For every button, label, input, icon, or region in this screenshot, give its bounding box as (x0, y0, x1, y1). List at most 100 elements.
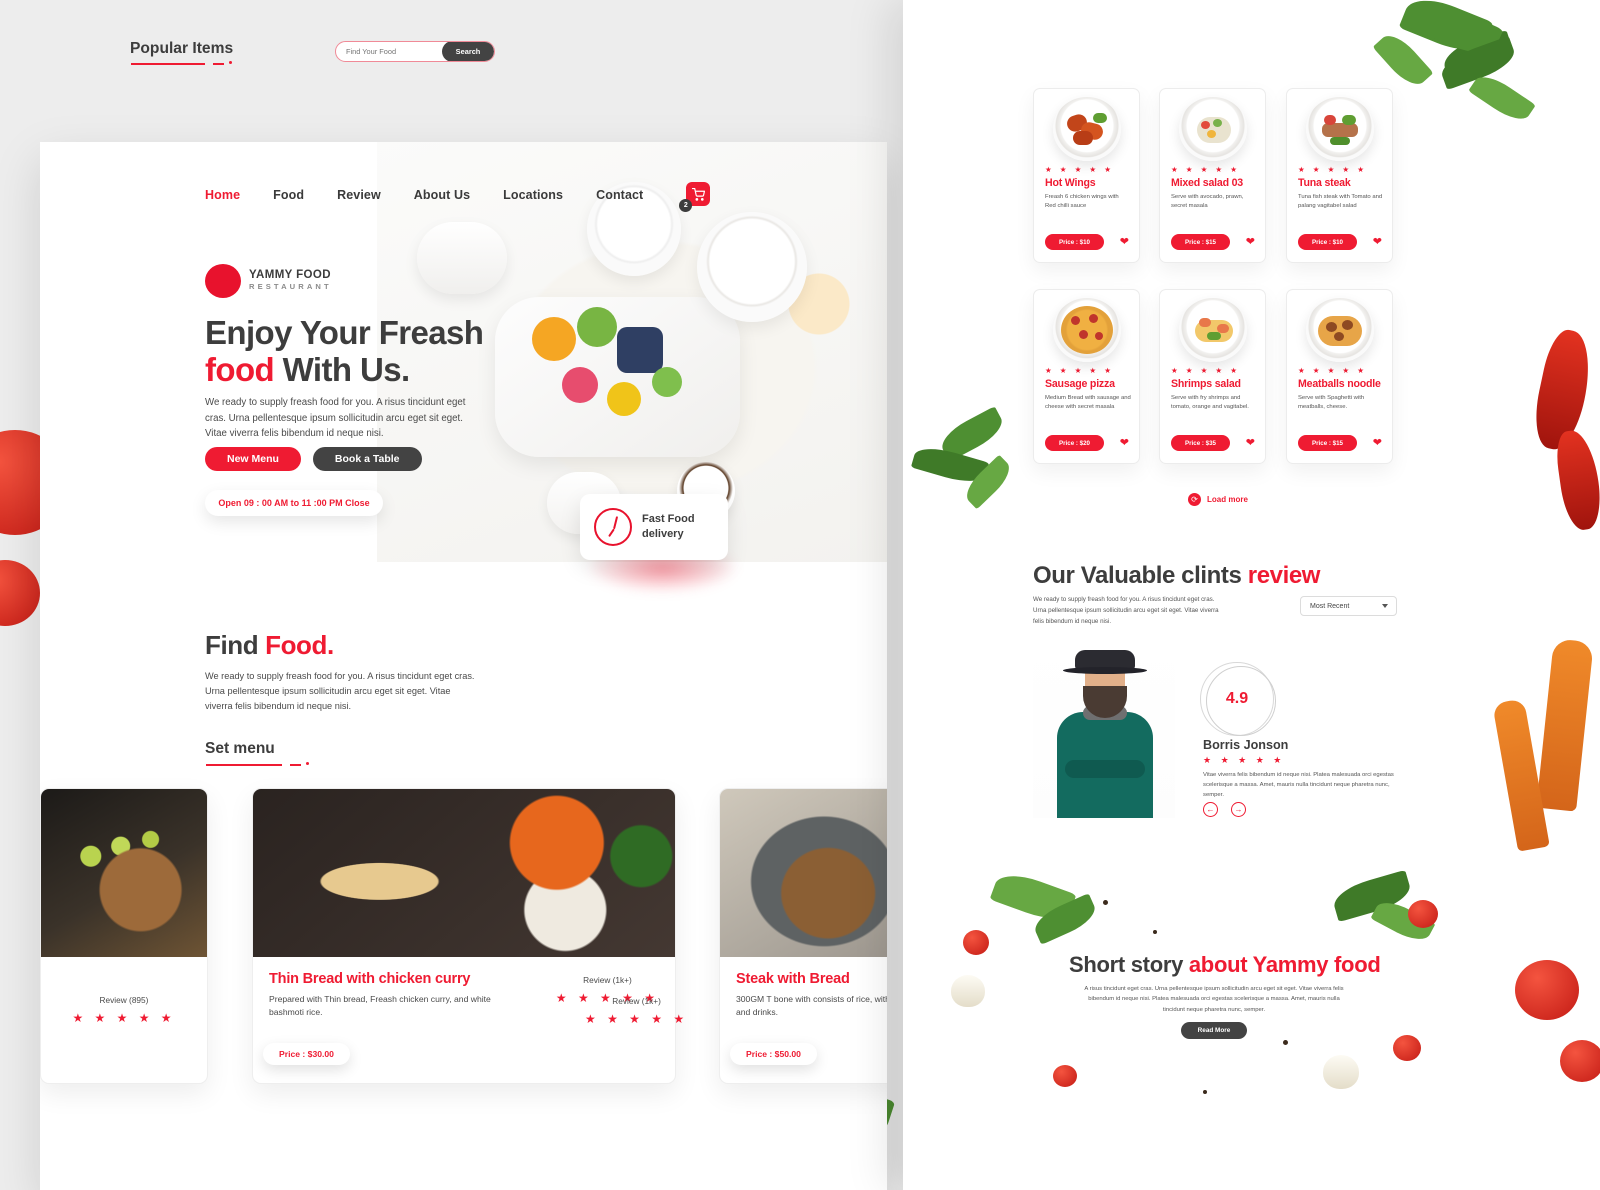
fast-food-title: Fast Food (642, 513, 695, 526)
popular-item-stars: ★ ★ ★ ★ ★ (1045, 165, 1114, 174)
opening-hours-badge: Open 09 : 00 AM to 11 :00 PM Close (205, 490, 383, 516)
decor-tomato (0, 560, 40, 626)
menu-card[interactable]: Thin Bread with chicken curry Prepared w… (252, 788, 676, 1084)
popular-item-card[interactable]: ★ ★ ★ ★ ★ Mixed salad 03 Serve with avoc… (1159, 88, 1266, 263)
search-button[interactable]: Search (442, 42, 494, 61)
dish-plate (1052, 298, 1121, 362)
popular-item-desc: Medium Bread with sausage and cheese wit… (1045, 395, 1131, 411)
menu-card-title: Steak with Bread (736, 971, 850, 987)
menu-card-desc: 300GM T bone with consists of rice, with… (736, 994, 887, 1017)
decor-tomato (1515, 960, 1579, 1020)
reviews-sort-select[interactable]: Most Recent (1300, 596, 1397, 616)
decor-tomato (963, 930, 989, 955)
popular-item-title: Meatballs noodle (1298, 378, 1381, 390)
heart-icon[interactable]: ❤ (1246, 236, 1255, 248)
heart-icon[interactable]: ❤ (1373, 437, 1382, 449)
nav-item-about-us[interactable]: About Us (414, 188, 470, 202)
decor-blueberries (617, 327, 663, 373)
search-input[interactable] (336, 42, 442, 61)
popular-item-title: Sausage pizza (1045, 378, 1115, 390)
popular-item-image (1287, 89, 1392, 161)
fast-food-delivery-badge: Fast Food delivery (580, 494, 728, 560)
read-more-button[interactable]: Read More (1181, 1022, 1247, 1039)
menu-card-photo (253, 789, 675, 957)
popular-item-card[interactable]: ★ ★ ★ ★ ★ Sausage pizza Medium Bread wit… (1033, 289, 1140, 464)
popular-item-card[interactable]: ★ ★ ★ ★ ★ Tuna steak Tuna fish steak wit… (1286, 88, 1393, 263)
dish-plate (1305, 298, 1374, 362)
load-more-button[interactable]: ⟳ Load more (1188, 493, 1248, 506)
popular-item-image (1287, 290, 1392, 362)
popular-item-stars: ★ ★ ★ ★ ★ (1171, 366, 1240, 375)
menu-card[interactable]: Review (895) ★ ★ ★ ★ ★ (40, 788, 208, 1084)
popular-item-image (1160, 290, 1265, 362)
heart-icon[interactable]: ❤ (1246, 437, 1255, 449)
menu-card-review-label: Review (1k+) (612, 996, 661, 1006)
decor-orange (532, 317, 576, 361)
popular-item-desc: Freash 6 chicken wings with Red chilli s… (1045, 194, 1119, 210)
heart-icon[interactable]: ❤ (1120, 236, 1129, 248)
nav-item-contact[interactable]: Contact (596, 188, 643, 202)
story-title-part1: Short story (1069, 952, 1189, 977)
story-title: Short story about Yammy food (1069, 952, 1381, 978)
nav-item-home[interactable]: Home (205, 188, 240, 202)
arrow-right-icon[interactable]: → (1231, 802, 1246, 817)
dish-plate (1305, 97, 1374, 161)
popular-item-card[interactable]: ★ ★ ★ ★ ★ Shrimps salad Serve with fry s… (1159, 289, 1266, 464)
hero-title: Enjoy Your Freash food With Us. (205, 314, 535, 389)
find-food-title-part1: Find (205, 630, 266, 660)
popular-item-price-button[interactable]: Price : $20 (1045, 435, 1104, 451)
popular-items-heading: Popular Items (130, 40, 234, 57)
decor-seed (1203, 1090, 1207, 1094)
heart-icon[interactable]: ❤ (1373, 236, 1382, 248)
reviewer-stars: ★ ★ ★ ★ ★ (1203, 755, 1285, 765)
search-bar[interactable]: Search (335, 41, 495, 62)
set-menu-underline (206, 764, 282, 766)
decor-garlic (1323, 1055, 1359, 1089)
reviewer-photo (1033, 640, 1175, 818)
decor-kiwi (577, 307, 617, 347)
popular-item-price-button[interactable]: Price : $10 (1045, 234, 1104, 250)
nav-item-review[interactable]: Review (337, 188, 381, 202)
load-more-label: Load more (1207, 495, 1248, 504)
cart-button[interactable]: 2 (679, 182, 712, 212)
heart-icon[interactable]: ❤ (1120, 437, 1129, 449)
arrow-left-icon[interactable]: ← (1203, 802, 1218, 817)
menu-card-stars: ★ ★ ★ ★ ★ (585, 1012, 689, 1026)
nav-item-food[interactable]: Food (273, 188, 304, 202)
reviews-sort-value: Most Recent (1310, 602, 1350, 610)
popular-item-price-button[interactable]: Price : $15 (1171, 234, 1230, 250)
menu-card-photo (720, 789, 887, 957)
chevron-down-icon (1382, 604, 1388, 608)
popular-item-card[interactable]: ★ ★ ★ ★ ★ Meatballs noodle Serve with Sp… (1286, 289, 1393, 464)
set-menu-underline-dot (306, 762, 309, 765)
popular-underline-dot (229, 61, 232, 64)
menu-card-desc: Prepared with Thin bread, Freash chicken… (269, 994, 491, 1017)
popular-item-image (1034, 290, 1139, 362)
reviews-title-highlight: review (1247, 562, 1321, 589)
hero-plate-bowl (697, 212, 807, 322)
book-a-table-button[interactable]: Book a Table (312, 447, 422, 471)
new-menu-button[interactable]: New Menu (205, 447, 301, 471)
popular-item-title: Tuna steak (1298, 177, 1351, 189)
popular-item-desc: Serve with fry shrimps and tomato, orang… (1171, 395, 1249, 411)
reviews-title-part1: Our Valuable clints (1033, 562, 1248, 589)
reviews-paragraph: We ready to supply freash food for you. … (1033, 596, 1219, 625)
popular-item-price-button[interactable]: Price : $15 (1298, 435, 1357, 451)
hero-paragraph: We ready to supply freash food for you. … (205, 397, 466, 440)
brand-logo[interactable]: YAMMY FOOD RESTAURANT (205, 264, 332, 298)
nav-item-locations[interactable]: Locations (503, 188, 563, 202)
decor-seed (1153, 930, 1157, 934)
left-landing-page: Home Food Review About Us Locations Cont… (40, 142, 887, 1190)
hero-actions: New Menu Book a Table (205, 447, 422, 471)
popular-item-title: Hot Wings (1045, 177, 1096, 189)
decor-tomato (1560, 1040, 1600, 1082)
popular-item-card[interactable]: ★ ★ ★ ★ ★ Hot Wings Freash 6 chicken win… (1033, 88, 1140, 263)
popular-item-price-button[interactable]: Price : $10 (1298, 234, 1357, 250)
popular-item-title: Shrimps salad (1171, 378, 1241, 390)
set-menu-underline-dash (290, 764, 301, 766)
popular-item-image (1160, 89, 1265, 161)
popular-item-price-button[interactable]: Price : $35 (1171, 435, 1230, 451)
menu-card[interactable]: Steak with Bread 300GM T bone with consi… (719, 788, 887, 1084)
menu-card-review: Review (895) ★ ★ ★ ★ ★ (41, 995, 207, 1025)
decor-seed (1283, 1040, 1288, 1045)
